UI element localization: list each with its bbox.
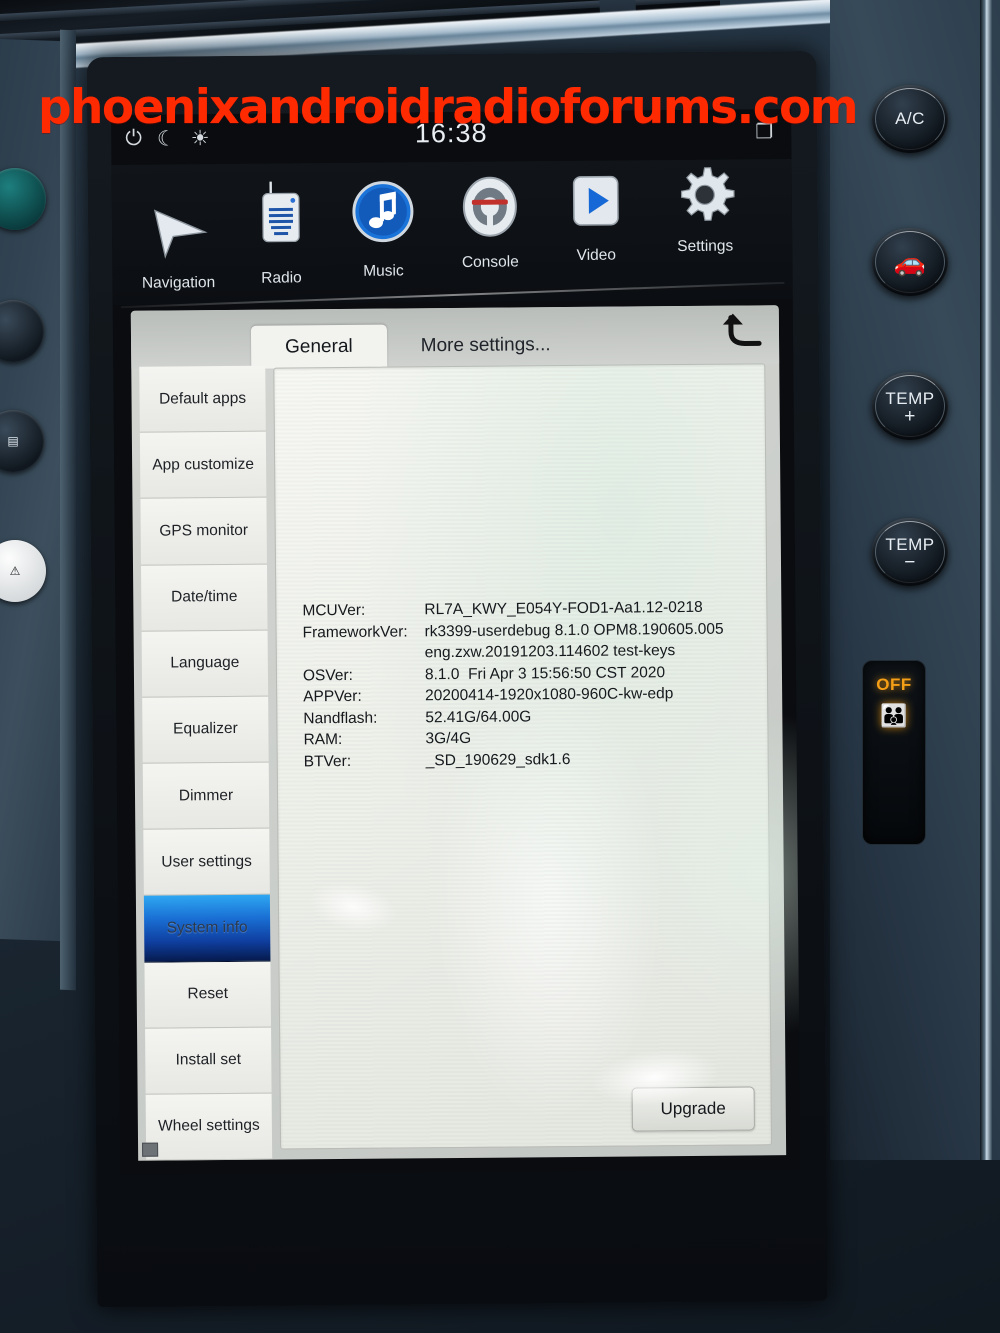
info-value-mcuver-2: -FOD1-Aa1.12-0218 [562,598,703,618]
nav-label-music: Music [363,262,404,280]
nav-item-radio[interactable]: Radio [225,171,338,288]
info-value-mcuver: RL7A_KWY_E054Y [424,600,563,619]
right-panel-edge [980,0,992,1160]
hard-button-temp-up[interactable]: TEMP + [872,372,948,440]
nav-item-console[interactable]: Console [434,163,547,272]
system-info-table: MCUVer: RL7A_KWY_E054Y -FOD1-Aa1.12-0218… [302,597,725,773]
button-ring [875,231,945,293]
sidebar-item-user-settings[interactable]: User settings [143,828,270,897]
settings-window: General More settings... Default apps Ap… [130,305,787,1161]
nav-label-video: Video [576,246,617,264]
nav-label-navigation: Navigation [141,274,216,292]
button-ring [875,375,945,437]
sidebar-item-equalizer[interactable]: Equalizer [142,696,269,764]
info-key-mcuver: MCUVer: [302,601,366,620]
head-unit-bezel: ⏻ ☾ ☀ 16:38 ❐ Navigation Radio Music Con… [86,50,828,1308]
watermark-text: phoenixandroidradioforums.com [38,80,859,135]
main-navigation-bar: Navigation Radio Music Console Video Set… [111,158,793,309]
sidebar-item-reset[interactable]: Reset [144,961,272,1029]
button-ring [875,521,945,583]
info-value-appver: 20200414-1920x1080-960C-kw-edp [425,685,674,705]
airbag-indicator: OFF 👪 [862,660,926,845]
nav-item-video[interactable]: Video [539,158,652,265]
left-panel-edge [60,29,76,991]
settings-body: Default apps App customize GPS monitor D… [131,357,786,1161]
sidebar-item-system-info[interactable]: System info [143,895,271,963]
nav-label-radio: Radio [261,269,302,287]
music-note-icon [327,168,440,243]
nav-label-console: Console [461,253,519,271]
video-play-icon [539,158,652,233]
head-unit-screen: ⏻ ☾ ☀ 16:38 ❐ Navigation Radio Music Con… [111,109,801,1175]
sidebar-item-install-set[interactable]: Install set [145,1027,272,1095]
hard-button-temp-down[interactable]: TEMP − [872,518,948,586]
info-value-ram: 3G/4G [425,729,472,748]
screenshot-root: ▤ ⚠ A/C 🚗 TEMP + TEMP − OFF 👪 ⏻ ☾ ☀ 16:3… [0,0,1000,1333]
info-value-nandflash: 52.41G/64.00G [425,707,532,726]
sidebar-item-language[interactable]: Language [141,630,269,698]
info-key-osver: OSVer: [302,666,354,684]
nav-label-settings: Settings [677,237,734,256]
sidebar-item-app-customize[interactable]: App customize [139,431,267,500]
info-value-osver: 8.1.0 Fri Apr 3 15:56:50 CST 2020 [424,663,666,683]
info-key-nandflash: Nandflash: [303,709,378,727]
gear-icon [648,151,761,226]
sidebar-item-date-time[interactable]: Date/time [140,564,268,632]
info-value-btver: _SD_190629_sdk1.6 [425,750,571,769]
window-resize-handle[interactable] [142,1142,159,1157]
airbag-off-icon: 👪 [880,703,908,728]
info-key-ram: RAM: [303,731,343,749]
nav-item-navigation[interactable]: Navigation [122,188,235,293]
sidebar-item-default-apps[interactable]: Default apps [139,365,266,433]
info-value-frameworkver: rk3399-userdebug 8.1.0 OPM8.190605.005 [424,620,724,640]
nav-item-music[interactable]: Music [327,168,440,281]
navigation-arrow-icon [122,188,235,263]
sidebar-item-wheel-settings[interactable]: Wheel settings [145,1093,273,1161]
info-key-blank [303,642,425,665]
sidebar-item-gps-monitor[interactable]: GPS monitor [140,498,267,566]
info-key-frameworkver: FrameworkVer: [302,622,408,641]
airbag-off-label: OFF [876,675,912,694]
back-arrow-icon[interactable] [721,311,765,360]
sidebar-item-dimmer[interactable]: Dimmer [142,762,270,830]
system-info-pane: MCUVer: RL7A_KWY_E054Y -FOD1-Aa1.12-0218… [273,363,773,1150]
info-key-btver: BTVer: [303,752,352,770]
info-key-appver: APPVer: [303,687,362,706]
info-value-frameworkver-cont: eng.zxw.20191203.114602 test-keys [424,642,676,662]
steering-wheel-icon [434,163,547,238]
settings-sidebar: Default apps App customize GPS monitor D… [139,365,273,1161]
radio-icon [225,171,338,246]
upgrade-button[interactable]: Upgrade [631,1086,755,1132]
info-row-btver: BTVer: _SD_190629_sdk1.6 [304,747,725,772]
hard-button-seat-heater[interactable]: 🚗 [872,228,948,296]
info-row-appver: APPVer: 20200414-1920x1080-960C-kw-edp [303,683,724,708]
nav-item-settings[interactable]: Settings [648,151,761,256]
